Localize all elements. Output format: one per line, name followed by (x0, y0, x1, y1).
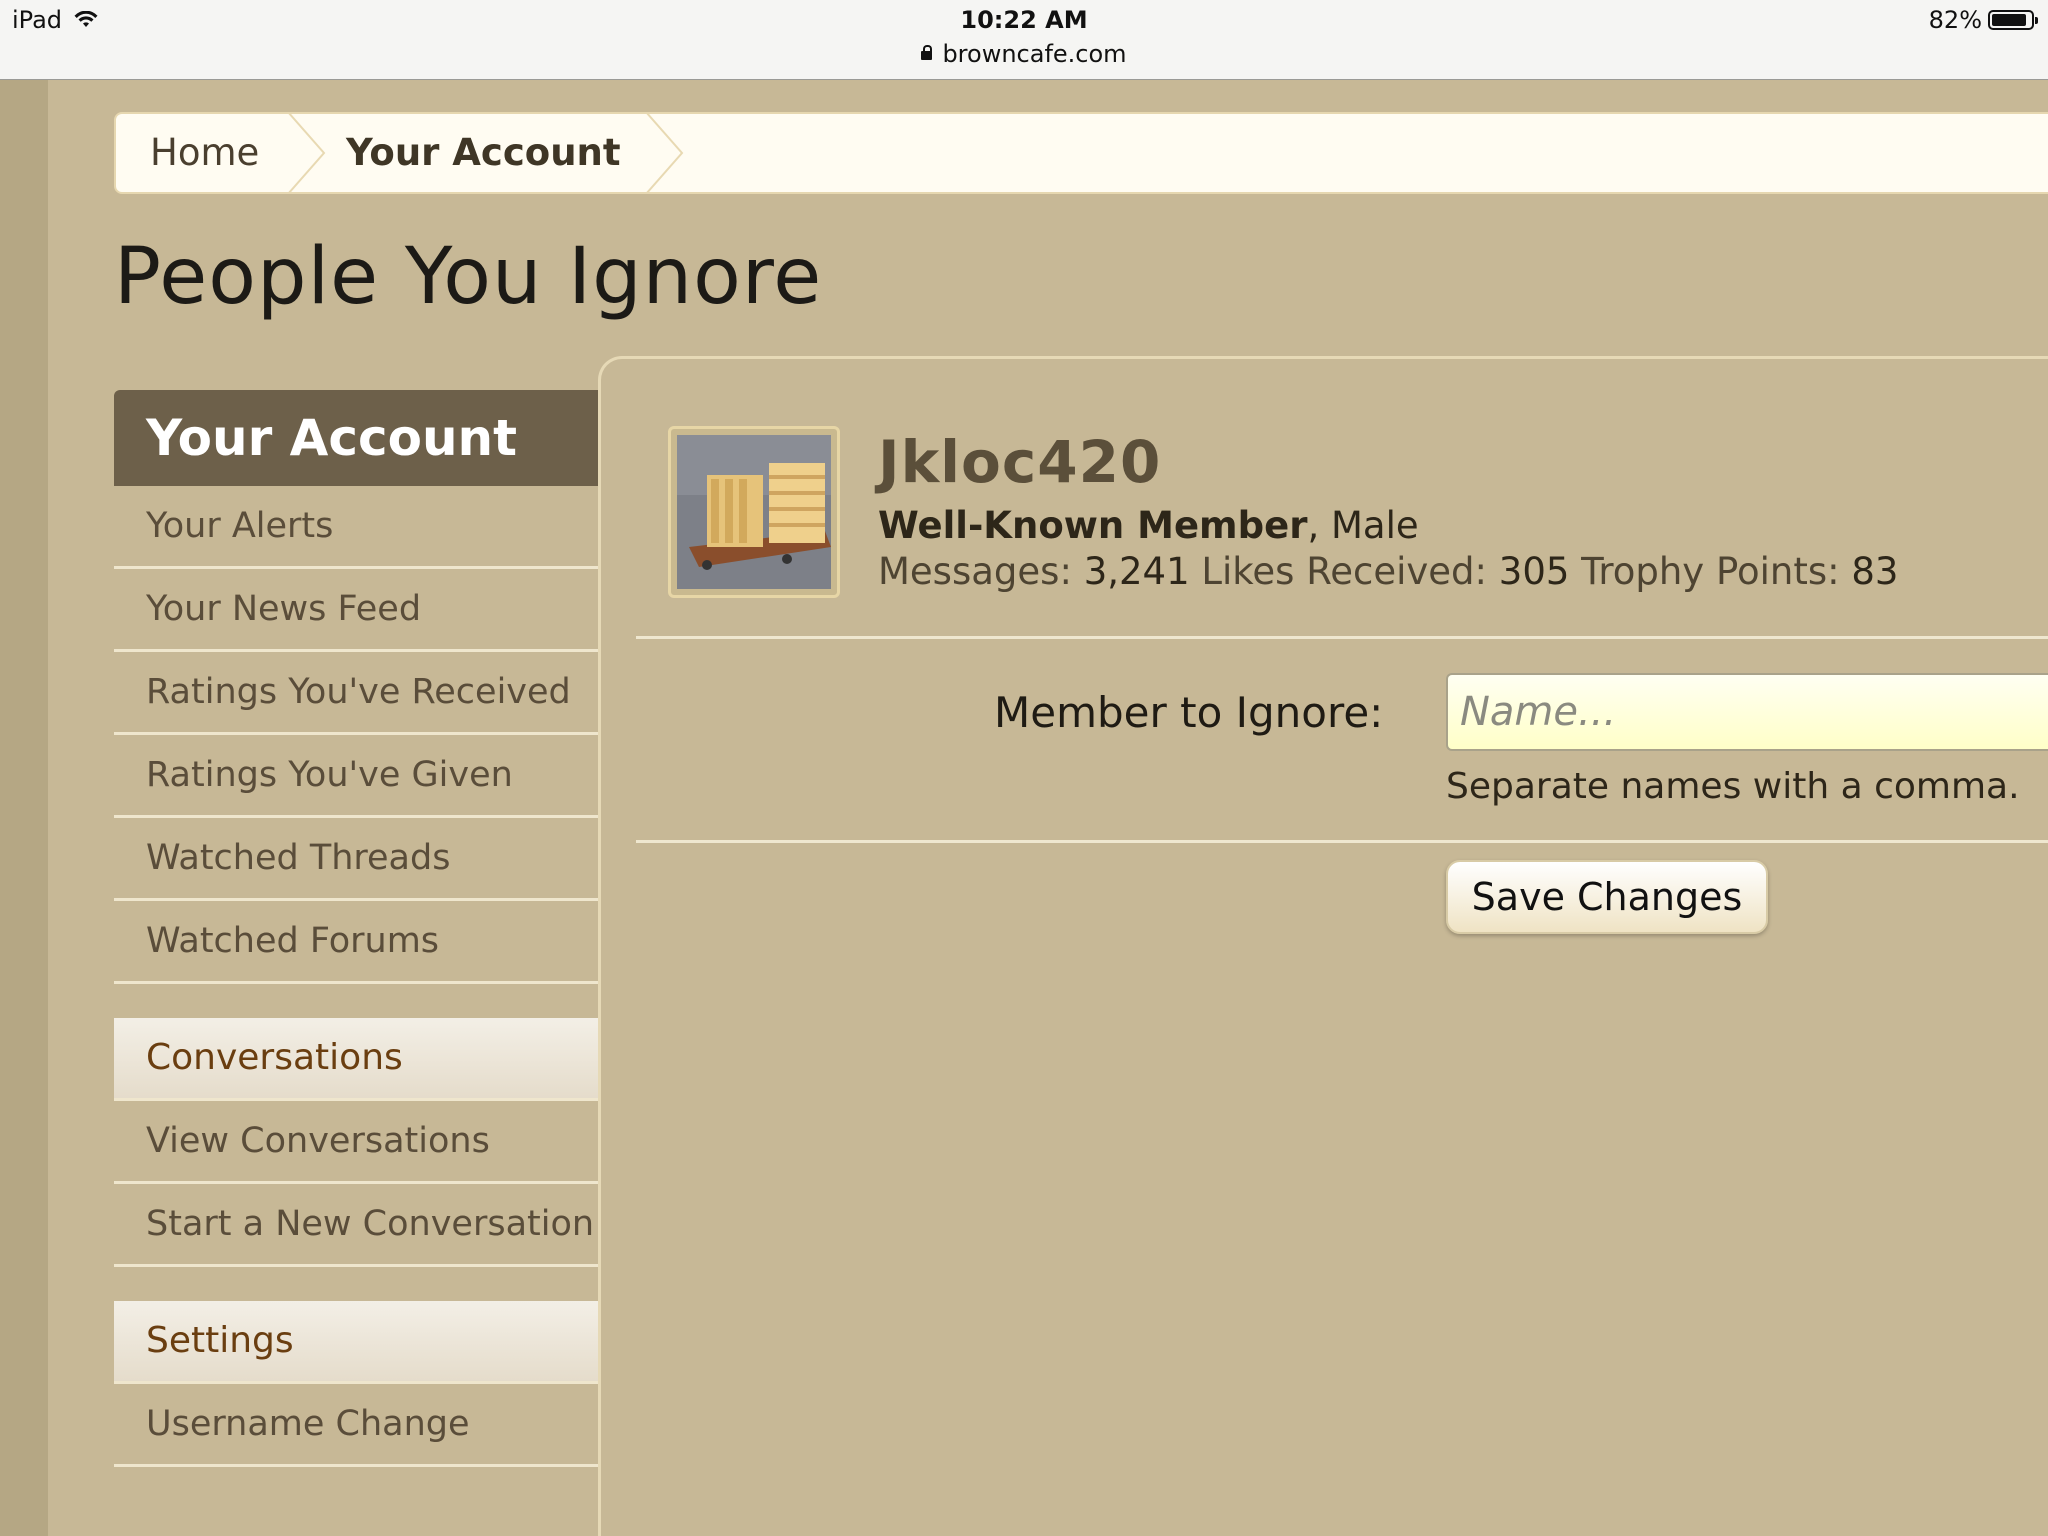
member-name-input[interactable] (1446, 673, 2048, 751)
messages-count: 3,241 (1083, 550, 1190, 593)
sidebar-item-username-change[interactable]: Username Change (114, 1384, 600, 1467)
battery-percent: 82% (1928, 6, 1982, 34)
sidebar-item-watched-threads[interactable]: Watched Threads (114, 818, 600, 901)
profile-rank: Well-Known Member (878, 504, 1308, 547)
sidebar-item-watched-forums[interactable]: Watched Forums (114, 901, 600, 984)
address-bar[interactable]: browncafe.com (0, 40, 2048, 68)
breadcrumb-separator-icon (646, 114, 684, 192)
member-to-ignore-label: Member to Ignore: (994, 688, 1384, 737)
avatar[interactable] (668, 426, 840, 598)
sidebar-item-news-feed[interactable]: Your News Feed (114, 569, 600, 652)
sidebar-section-settings[interactable]: Settings (114, 1301, 600, 1384)
status-time: 10:22 AM (960, 6, 1088, 34)
messages-label: Messages: (878, 550, 1072, 593)
status-right: 82% (1928, 6, 2038, 34)
page-title: People You Ignore (114, 232, 823, 322)
profile-username[interactable]: Jkloc420 (878, 428, 1161, 496)
divider (636, 840, 2048, 843)
battery-icon (1988, 10, 2038, 30)
sidebar-header-your-account[interactable]: Your Account (114, 390, 600, 486)
page-gutter (0, 80, 48, 1536)
save-changes-button[interactable]: Save Changes (1446, 860, 1768, 934)
sidebar-item-ratings-received[interactable]: Ratings You've Received (114, 652, 600, 735)
divider (636, 636, 2048, 639)
url-text: browncafe.com (942, 40, 1127, 68)
breadcrumb-home-link[interactable]: Home (150, 114, 259, 192)
sidebar-item-your-alerts[interactable]: Your Alerts (114, 486, 600, 569)
avatar-image (677, 435, 831, 589)
form-hint: Separate names with a comma. (1446, 766, 2020, 807)
trophy-count: 83 (1851, 550, 1899, 593)
lock-icon (921, 45, 933, 60)
breadcrumb-current-link[interactable]: Your Account (346, 114, 621, 192)
breadcrumb: Home Your Account (114, 112, 2048, 194)
sidebar-item-view-conversations[interactable]: View Conversations (114, 1101, 600, 1184)
profile-gender: , Male (1307, 504, 1419, 547)
sidebar-section-conversations[interactable]: Conversations (114, 1018, 600, 1101)
likes-label: Likes Received: (1201, 550, 1488, 593)
sidebar-item-ratings-given[interactable]: Ratings You've Given (114, 735, 600, 818)
account-sidebar: Your Account Your Alerts Your News Feed … (114, 390, 600, 1467)
trophy-label: Trophy Points: (1581, 550, 1840, 593)
likes-count: 305 (1498, 550, 1570, 593)
status-bar: iPad 10:22 AM browncafe.com 82% (0, 0, 2048, 80)
profile-title-line: Well-Known Member, Male (878, 504, 1419, 547)
profile-stats: Messages: 3,241 Likes Received: 305 Trop… (878, 550, 1898, 593)
breadcrumb-separator-icon (288, 114, 326, 192)
sidebar-item-start-conversation[interactable]: Start a New Conversation (114, 1184, 600, 1267)
